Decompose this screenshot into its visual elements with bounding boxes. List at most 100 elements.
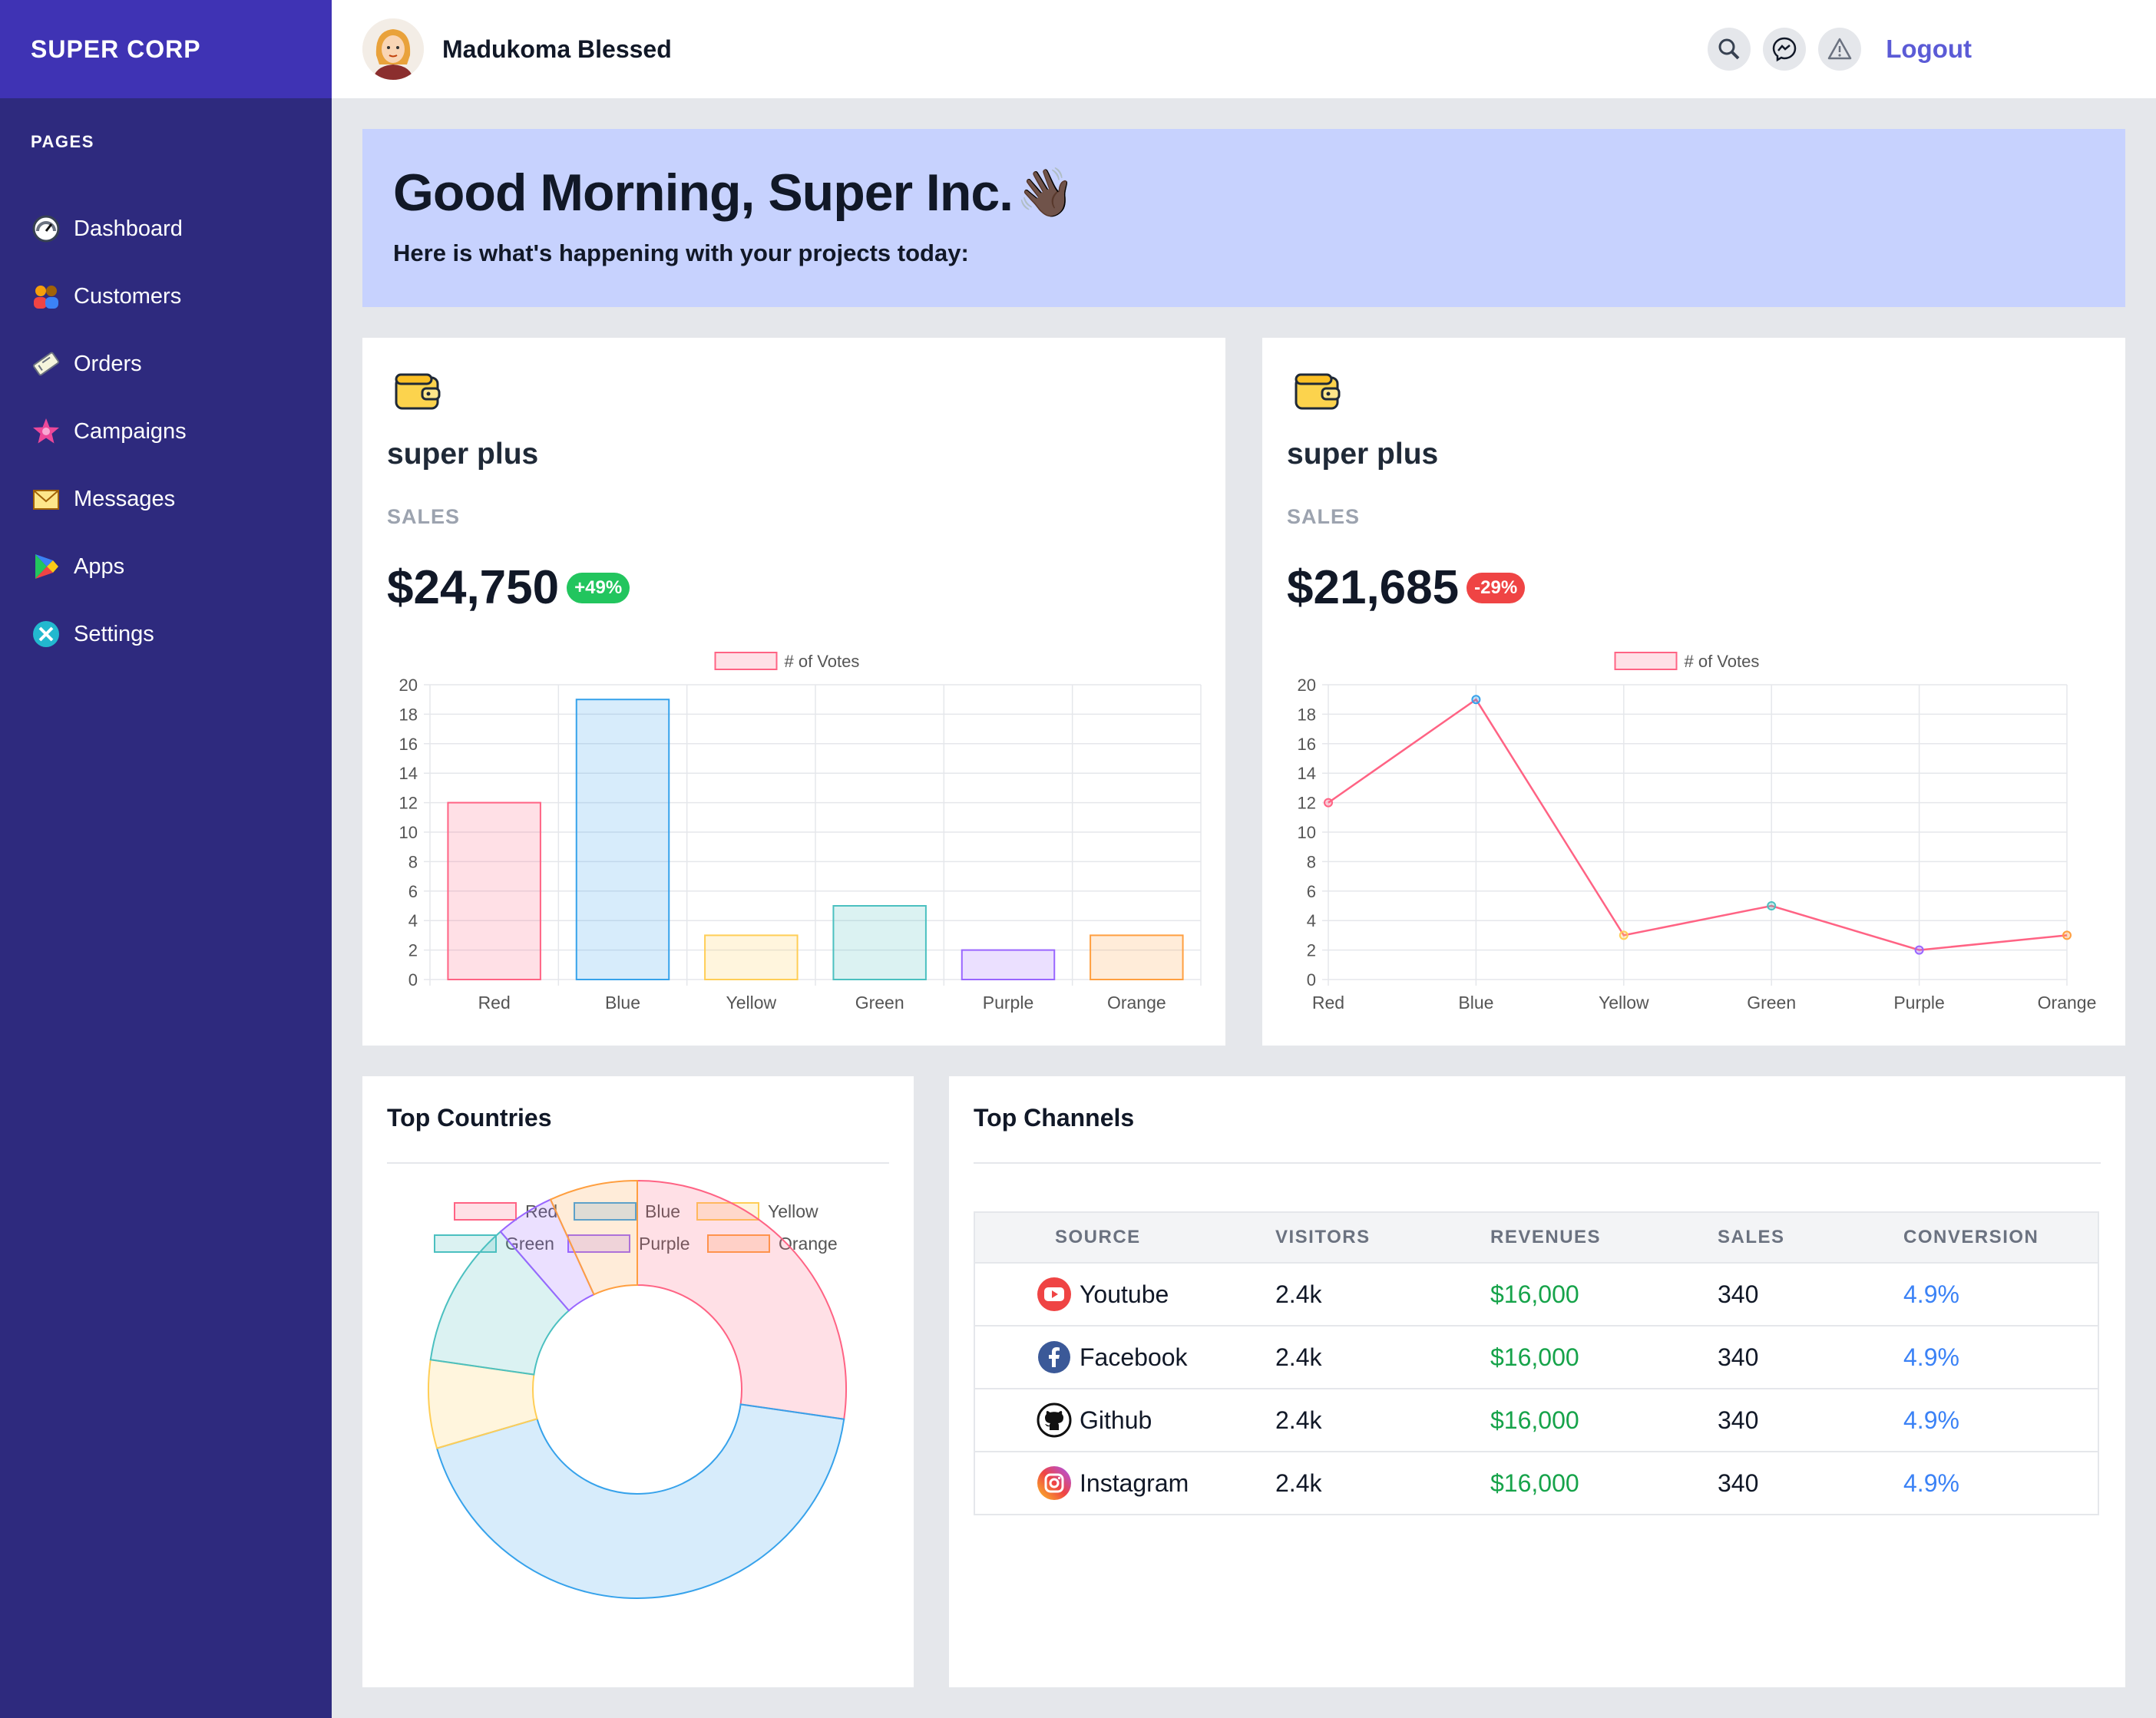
conversion-cell: 4.9% bbox=[1903, 1388, 2098, 1452]
x-tick-label: Red bbox=[478, 993, 511, 1013]
y-tick-label: 6 bbox=[1307, 882, 1316, 901]
messages-icon bbox=[31, 484, 61, 514]
messenger-button[interactable] bbox=[1763, 28, 1807, 71]
source-cell: Facebook bbox=[1037, 1340, 1275, 1375]
y-tick-label: 6 bbox=[408, 882, 418, 901]
avatar[interactable] bbox=[362, 18, 424, 80]
column-header[interactable]: SALES bbox=[1718, 1212, 1903, 1263]
section-title: Top Channels bbox=[974, 1104, 1135, 1132]
bar bbox=[961, 949, 1056, 980]
column-header[interactable]: CONVERSION bbox=[1903, 1212, 2098, 1263]
x-tick-label: Green bbox=[1747, 993, 1796, 1013]
x-tick-label: Purple bbox=[983, 993, 1033, 1013]
sidebar-item-customers[interactable]: Customers bbox=[0, 263, 332, 330]
top-countries-card: Top Countries RedBlueYellowGreenPurpleOr… bbox=[362, 1076, 914, 1687]
y-tick-label: 12 bbox=[399, 794, 418, 813]
sidebar-item-label: Messages bbox=[74, 486, 176, 511]
welcome-title: Good Morning, Super Inc. bbox=[393, 164, 1014, 222]
y-tick-label: 16 bbox=[399, 735, 418, 754]
table-row[interactable]: Github 2.4k $16,000 340 4.9% bbox=[974, 1388, 2098, 1452]
x-tick-label: Red bbox=[1312, 993, 1344, 1013]
sidebar-item-messages[interactable]: Messages bbox=[0, 465, 332, 533]
legend-swatch bbox=[1614, 652, 1678, 670]
bar bbox=[832, 905, 927, 980]
column-header[interactable]: REVENUES bbox=[1490, 1212, 1718, 1263]
y-tick-label: 12 bbox=[1298, 794, 1316, 813]
visitors-cell: 2.4k bbox=[1275, 1262, 1490, 1326]
bar bbox=[704, 934, 799, 981]
y-tick-label: 14 bbox=[399, 764, 418, 783]
sidebar-item-label: Settings bbox=[74, 621, 154, 646]
table-row[interactable]: Youtube 2.4k $16,000 340 4.9% bbox=[974, 1262, 2098, 1326]
source-cell: Github bbox=[1037, 1402, 1275, 1438]
bar-chart: # of Votes 0 2 4 6 8 10 12 14 16 18 20 Red Blue Yellow… bbox=[399, 652, 1202, 1013]
welcome-banner: Good Morning, Super Inc. 👋🏿 Here is what… bbox=[362, 129, 2125, 307]
messenger-icon bbox=[1772, 37, 1797, 62]
source-name: Instagram bbox=[1080, 1469, 1189, 1497]
data-point bbox=[1471, 695, 1481, 705]
visitors-cell: 2.4k bbox=[1275, 1325, 1490, 1389]
sidebar-item-label: Apps bbox=[74, 553, 125, 579]
x-tick-label: Blue bbox=[1458, 993, 1493, 1013]
column-header[interactable]: SOURCE bbox=[974, 1212, 1275, 1263]
y-tick-label: 8 bbox=[408, 852, 418, 871]
y-tick-label: 14 bbox=[1298, 764, 1316, 783]
bar bbox=[575, 699, 670, 980]
divider bbox=[974, 1162, 2101, 1164]
user-name: Madukoma Blessed bbox=[442, 35, 672, 63]
dashboard-icon bbox=[31, 213, 61, 244]
visitors-cell: 2.4k bbox=[1275, 1388, 1490, 1452]
legend-swatch bbox=[714, 652, 778, 670]
logout-link[interactable]: Logout bbox=[1886, 35, 1972, 64]
table-row[interactable]: Instagram 2.4k $16,000 340 4.9% bbox=[974, 1451, 2098, 1515]
y-tick-label: 0 bbox=[1307, 970, 1316, 990]
top-channels-card: Top Channels SOURCE VISITORS REVENUES SA… bbox=[949, 1076, 2125, 1687]
sales-cell: 340 bbox=[1718, 1388, 1903, 1452]
sidebar-item-orders[interactable]: Orders bbox=[0, 330, 332, 398]
y-tick-label: 8 bbox=[1307, 852, 1316, 871]
sidebar-item-dashboard[interactable]: Dashboard bbox=[0, 195, 332, 263]
warning-icon bbox=[1827, 38, 1852, 60]
series-line bbox=[1328, 698, 2068, 951]
brand-logo[interactable]: SUPER CORP bbox=[0, 0, 332, 98]
welcome-heading: Good Morning, Super Inc. 👋🏿 bbox=[393, 163, 2095, 223]
table-row[interactable]: Facebook 2.4k $16,000 340 4.9% bbox=[974, 1325, 2098, 1389]
sales-card-2: super plus SALES $21,685 -29% # of Votes… bbox=[1262, 338, 2125, 1046]
x-tick-label: Green bbox=[855, 993, 904, 1013]
y-tick-label: 18 bbox=[399, 705, 418, 724]
sidebar-item-settings[interactable]: Settings bbox=[0, 600, 332, 668]
orders-icon bbox=[31, 349, 61, 379]
settings-icon bbox=[31, 619, 61, 649]
legend-swatch bbox=[454, 1202, 517, 1221]
revenue-cell: $16,000 bbox=[1490, 1388, 1718, 1452]
sidebar-item-label: Orders bbox=[74, 351, 142, 376]
y-tick-label: 16 bbox=[1298, 735, 1316, 754]
y-tick-label: 2 bbox=[1307, 941, 1316, 960]
channels-table: SOURCE VISITORS REVENUES SALES CONVERSIO… bbox=[974, 1211, 2099, 1515]
search-button[interactable] bbox=[1708, 28, 1751, 71]
y-tick-label: 20 bbox=[399, 676, 418, 695]
youtube-icon bbox=[1037, 1277, 1072, 1312]
sidebar-item-label: Dashboard bbox=[74, 216, 183, 241]
sidebar-item-apps[interactable]: Apps bbox=[0, 533, 332, 600]
sidebar: SUPER CORP PAGES Dashboard Customers Ord… bbox=[0, 0, 332, 1718]
alerts-button[interactable] bbox=[1818, 28, 1862, 71]
facebook-icon bbox=[1037, 1340, 1072, 1375]
revenue-cell: $16,000 bbox=[1490, 1262, 1718, 1326]
wave-emoji: 👋🏿 bbox=[1016, 166, 1075, 220]
sidebar-item-campaigns[interactable]: Campaigns bbox=[0, 398, 332, 465]
welcome-subtitle: Here is what's happening with your proje… bbox=[393, 240, 969, 266]
y-tick-label: 18 bbox=[1298, 705, 1316, 724]
column-header[interactable]: VISITORS bbox=[1275, 1212, 1490, 1263]
legend-label: # of Votes bbox=[785, 652, 860, 671]
source-name: Facebook bbox=[1080, 1343, 1188, 1371]
x-tick-label: Orange bbox=[1107, 993, 1166, 1013]
github-icon bbox=[1037, 1402, 1072, 1438]
apps-icon bbox=[31, 551, 61, 582]
bar bbox=[1090, 934, 1184, 981]
data-point bbox=[1619, 930, 1629, 940]
table-header-row: SOURCE VISITORS REVENUES SALES CONVERSIO… bbox=[974, 1212, 2098, 1263]
sidebar-item-label: Customers bbox=[74, 283, 182, 309]
visitors-cell: 2.4k bbox=[1275, 1451, 1490, 1515]
sidebar-section-label: PAGES bbox=[31, 132, 94, 151]
